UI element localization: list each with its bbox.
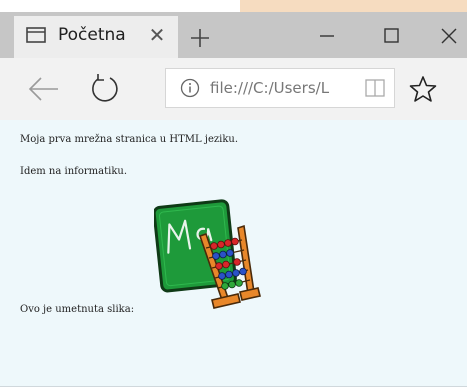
browser-window: Početna ✕ file:///C:/Users/L Moja prva m… xyxy=(0,12,467,387)
paragraph-1: Moja prva mrežna stranica u HTML jeziku. xyxy=(20,134,239,145)
address-url[interactable]: file:///C:/Users/L xyxy=(210,79,352,97)
back-arrow-icon[interactable] xyxy=(26,74,60,104)
navigation-toolbar: file:///C:/Users/L xyxy=(0,58,467,120)
image-caption: Ovo je umetnuta slika: xyxy=(20,304,135,315)
image-paragraph: Ovo je umetnuta slika: xyxy=(20,198,320,318)
abacus-chalkboard-image xyxy=(154,199,261,309)
maximize-icon[interactable] xyxy=(376,22,406,50)
tab-pocetna[interactable]: Početna ✕ xyxy=(14,16,178,58)
info-icon[interactable] xyxy=(180,78,200,98)
tab-title: Početna xyxy=(58,25,126,45)
tab-close-icon[interactable]: ✕ xyxy=(146,24,168,46)
star-icon[interactable] xyxy=(408,74,438,104)
page-icon xyxy=(26,27,46,43)
minimize-icon[interactable] xyxy=(312,22,342,50)
address-bar[interactable]: file:///C:/Users/L xyxy=(165,68,395,108)
title-bar: Početna ✕ xyxy=(0,12,467,58)
reading-view-icon[interactable] xyxy=(364,77,386,99)
page-content: Moja prva mrežna stranica u HTML jeziku.… xyxy=(0,120,467,387)
new-tab-icon[interactable] xyxy=(188,26,212,50)
paragraph-2: Idem na informatiku. xyxy=(20,166,127,177)
window-close-icon[interactable] xyxy=(434,22,464,50)
top-strip xyxy=(0,0,467,12)
background-strip xyxy=(240,0,467,12)
refresh-icon[interactable] xyxy=(88,72,122,106)
